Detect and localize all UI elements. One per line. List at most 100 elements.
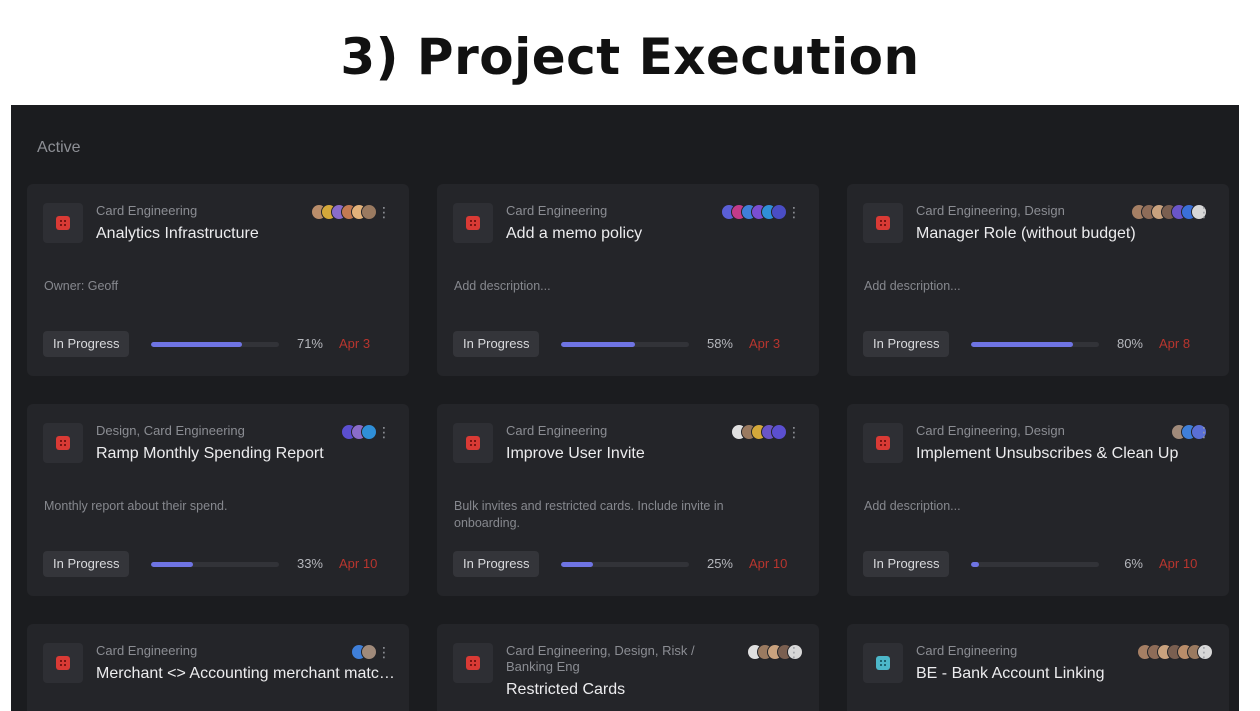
more-options-icon[interactable]: ⋮ xyxy=(1197,203,1211,221)
more-options-icon[interactable]: ⋮ xyxy=(377,643,391,661)
progress-percent: 33% xyxy=(296,556,323,571)
progress-bar xyxy=(561,342,689,347)
project-icon xyxy=(453,203,493,243)
project-icon xyxy=(43,643,83,683)
avatar xyxy=(361,204,377,220)
progress-bar xyxy=(971,342,1099,347)
avatar xyxy=(771,424,787,440)
project-card[interactable]: Card Engineering, Design, Risk / Banking… xyxy=(437,624,819,711)
progress-percent: 58% xyxy=(706,336,733,351)
due-date[interactable]: Apr 8 xyxy=(1159,336,1214,351)
status-badge[interactable]: In Progress xyxy=(863,551,950,577)
section-label-active: Active xyxy=(37,139,81,156)
project-icon-teal xyxy=(876,656,890,670)
project-icon-red xyxy=(56,216,70,230)
project-icon xyxy=(43,423,83,463)
more-options-icon[interactable]: ⋮ xyxy=(787,203,801,221)
projects-panel: Active Card Engineering Analytics Infrast… xyxy=(11,105,1239,711)
member-avatars[interactable] xyxy=(311,204,377,222)
project-team: Card Engineering xyxy=(506,203,608,218)
project-card[interactable]: Card Engineering, Design Implement Unsubs… xyxy=(847,404,1229,596)
project-icon-red xyxy=(466,656,480,670)
progress-bar xyxy=(151,342,279,347)
status-badge[interactable]: In Progress xyxy=(453,331,540,357)
status-badge[interactable]: In Progress xyxy=(43,331,130,357)
avatar xyxy=(361,424,377,440)
project-name[interactable]: Add a memo policy xyxy=(506,225,806,243)
status-badge[interactable]: In Progress xyxy=(43,551,130,577)
project-icon xyxy=(863,643,903,683)
project-description[interactable]: Monthly report about their spend. xyxy=(44,498,374,515)
project-team: Card Engineering xyxy=(506,423,608,438)
project-icon xyxy=(453,643,493,683)
more-options-icon[interactable]: ⋮ xyxy=(787,643,801,661)
project-team: Card Engineering, Design xyxy=(916,203,1065,218)
more-options-icon[interactable]: ⋮ xyxy=(377,423,391,441)
project-card[interactable]: Card Engineering Analytics Infrastructure… xyxy=(27,184,409,376)
progress-fill xyxy=(971,562,979,567)
due-date[interactable]: Apr 3 xyxy=(339,336,394,351)
project-card[interactable]: Card Engineering Improve User Invite ⋮ Bulk… xyxy=(437,404,819,596)
project-icon-red xyxy=(56,436,70,450)
project-description[interactable]: Add description... xyxy=(864,498,1194,515)
project-icon-red xyxy=(876,216,890,230)
project-card[interactable]: Card Engineering BE - Bank Account Linkin… xyxy=(847,624,1229,711)
avatar xyxy=(361,644,377,660)
member-avatars[interactable] xyxy=(721,204,787,222)
project-team: Card Engineering xyxy=(96,203,198,218)
member-avatars[interactable] xyxy=(1131,204,1207,222)
project-icon xyxy=(863,203,903,243)
member-avatars[interactable] xyxy=(341,424,377,442)
progress-bar xyxy=(561,562,689,567)
member-avatars[interactable] xyxy=(731,424,787,442)
project-name[interactable]: Improve User Invite xyxy=(506,445,806,463)
project-card[interactable]: Card Engineering Merchant <> Accounting m… xyxy=(27,624,409,711)
project-name[interactable]: Analytics Infrastructure xyxy=(96,225,396,243)
progress-percent: 6% xyxy=(1124,556,1143,571)
project-team: Design, Card Engineering xyxy=(96,423,245,438)
due-date[interactable]: Apr 10 xyxy=(1159,556,1214,571)
progress-percent: 71% xyxy=(296,336,323,351)
project-name[interactable]: Restricted Cards xyxy=(506,681,806,699)
project-name[interactable]: Manager Role (without budget) xyxy=(916,225,1216,243)
project-card[interactable]: Design, Card Engineering Ramp Monthly Spe… xyxy=(27,404,409,596)
project-icon-red xyxy=(466,216,480,230)
project-icon xyxy=(43,203,83,243)
due-date[interactable]: Apr 10 xyxy=(749,556,804,571)
project-team: Card Engineering, Design xyxy=(916,423,1065,438)
project-name[interactable]: Merchant <> Accounting merchant matching xyxy=(96,665,396,683)
project-name[interactable]: BE - Bank Account Linking xyxy=(916,665,1216,683)
project-card[interactable]: Card Engineering, Design Manager Role (wi… xyxy=(847,184,1229,376)
member-avatars[interactable] xyxy=(351,644,377,662)
status-badge[interactable]: In Progress xyxy=(453,551,540,577)
project-team: Card Engineering, Design, Risk / Banking… xyxy=(506,643,695,674)
more-options-icon[interactable]: ⋮ xyxy=(377,203,391,221)
project-icon-red xyxy=(466,436,480,450)
project-icon-red xyxy=(56,656,70,670)
project-name[interactable]: Ramp Monthly Spending Report xyxy=(96,445,396,463)
progress-bar xyxy=(971,562,1099,567)
project-icon xyxy=(453,423,493,463)
project-name[interactable]: Implement Unsubscribes & Clean Up xyxy=(916,445,1216,463)
avatar xyxy=(771,204,787,220)
due-date[interactable]: Apr 3 xyxy=(749,336,804,351)
status-badge[interactable]: In Progress xyxy=(863,331,950,357)
progress-fill xyxy=(151,562,194,567)
project-team: Card Engineering xyxy=(916,643,1018,658)
project-team: Card Engineering xyxy=(96,643,198,658)
project-description[interactable]: Add description... xyxy=(454,278,784,295)
progress-fill xyxy=(151,342,242,347)
progress-percent: 80% xyxy=(1116,336,1143,351)
project-description[interactable]: Bulk invites and restricted cards. Inclu… xyxy=(454,498,784,532)
project-description[interactable]: Add description... xyxy=(864,278,1194,295)
project-icon-red xyxy=(876,436,890,450)
more-options-icon[interactable]: ⋮ xyxy=(1197,643,1211,661)
more-options-icon[interactable]: ⋮ xyxy=(1197,423,1211,441)
project-description[interactable]: Owner: Geoff xyxy=(44,278,374,295)
progress-fill xyxy=(971,342,1074,347)
project-card[interactable]: Card Engineering Add a memo policy ⋮ Add de… xyxy=(437,184,819,376)
more-options-icon[interactable]: ⋮ xyxy=(787,423,801,441)
progress-fill xyxy=(561,562,593,567)
progress-bar xyxy=(151,562,279,567)
due-date[interactable]: Apr 10 xyxy=(339,556,394,571)
